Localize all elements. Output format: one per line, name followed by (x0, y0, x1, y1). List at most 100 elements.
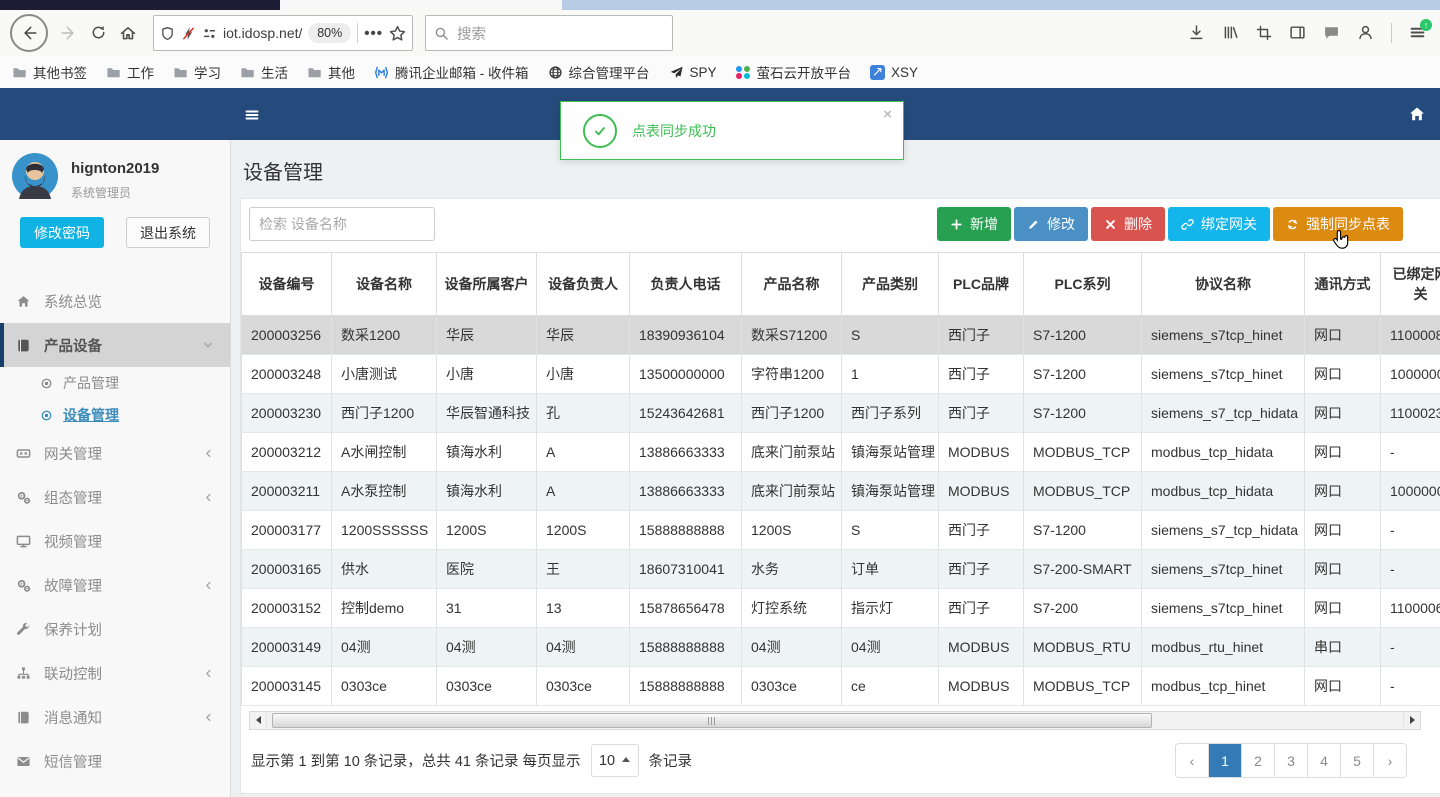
folder-icon (12, 65, 27, 80)
bookmark-item[interactable]: 萤石云开放平台 (735, 62, 851, 82)
cell-device-name: 控制demo (331, 588, 437, 628)
sidebar-item-overview[interactable]: 系统总览 (0, 279, 230, 323)
table-row[interactable]: 200003230 西门子1200 华辰智通科技 孔 15243642681 西… (241, 393, 1440, 433)
table-row[interactable]: 200003152 控制demo 31 13 15878656478 灯控系统 … (241, 588, 1440, 628)
bookmark-item[interactable]: 腾讯企业邮箱 - 收件箱 (374, 62, 529, 82)
sidebar-item-video[interactable]: 视频管理 (0, 519, 230, 563)
page-4[interactable]: 4 (1307, 744, 1340, 777)
browser-toolbar: iot.idosp.net/admin/index.html? 80% ••• … (0, 10, 1440, 57)
zoom-badge[interactable]: 80% (308, 23, 352, 43)
table-row[interactable]: 200003145 0303ce 0303ce 0303ce 158888888… (241, 666, 1440, 706)
back-button[interactable] (10, 14, 48, 52)
device-search-input[interactable] (249, 207, 435, 241)
cell-device-id: 200003149 (241, 627, 332, 667)
window-top-strip (0, 0, 1440, 11)
sidebar-item-product-mgmt[interactable]: 产品管理 (0, 367, 230, 399)
page-5[interactable]: 5 (1340, 744, 1373, 777)
scroll-left-arrow[interactable] (250, 712, 267, 727)
bookmark-item[interactable]: 综合管理平台 (548, 62, 650, 82)
sidebar-item-gateway[interactable]: 网关管理 (0, 431, 230, 475)
col-protocol: 协议名称 (1141, 252, 1305, 316)
sidebar-item-fault[interactable]: 故障管理 (0, 563, 230, 607)
bind-gateway-button[interactable]: 绑定网关 (1168, 207, 1270, 241)
flash-blocked-icon[interactable] (181, 26, 196, 41)
sidebar-item-config[interactable]: 组态管理 (0, 475, 230, 519)
table-row[interactable]: 200003256 数采1200 华辰 华辰 18390936104 数采S71… (241, 315, 1440, 355)
reload-button[interactable] (90, 24, 107, 42)
table-body: 200003256 数采1200 华辰 华辰 18390936104 数采S71… (241, 315, 1440, 706)
cell-plc-series: S7-200 (1023, 588, 1142, 628)
forward-button[interactable] (60, 24, 78, 42)
bookmark-item[interactable]: 学习 (173, 62, 221, 82)
sidebar-button[interactable] (1289, 24, 1306, 42)
scroll-right-arrow[interactable] (1403, 712, 1420, 727)
permissions-icon[interactable] (202, 26, 217, 41)
sidebar-item-product-device[interactable]: 产品设备 (0, 323, 230, 367)
app-home-button[interactable] (1408, 105, 1426, 123)
page-actions-icon[interactable]: ••• (364, 25, 383, 42)
cell-phone: 13500000000 (629, 354, 742, 394)
edit-button[interactable]: 修改 (1014, 207, 1088, 241)
app-menu-button[interactable]: ↑ (1409, 19, 1432, 42)
bookmark-star-icon[interactable] (389, 25, 406, 42)
bookmark-item[interactable]: 其他 (307, 62, 355, 82)
add-button[interactable]: 新增 (937, 207, 1011, 241)
cell-owner: 04测 (536, 627, 630, 667)
toast-notification: 点表同步成功 × (560, 101, 904, 160)
cell-plc-series: MODBUS_TCP (1023, 432, 1142, 472)
sidebar-item-sms[interactable]: 短信管理 (0, 739, 230, 783)
table-row[interactable]: 200003149 04测 04测 04测 15888888888 04测 04… (241, 627, 1440, 667)
tencent-mail-icon (374, 65, 389, 80)
bookmark-item[interactable]: ↗ XSY (870, 64, 918, 80)
bookmark-item[interactable]: 其他书签 (12, 62, 87, 82)
cell-bound-gateway: - (1380, 627, 1440, 667)
cell-product-name: 灯控系统 (741, 588, 842, 628)
cell-product-category: 镇海泵站管理 (841, 471, 939, 511)
bookmark-item[interactable]: SPY (669, 65, 717, 80)
table-row[interactable]: 200003248 小唐测试 小唐 小唐 13500000000 字符串1200… (241, 354, 1440, 394)
device-table-card: 新增 修改 删除 绑定网关 强制同步点表 (240, 198, 1440, 794)
sidebar-item-device-mgmt[interactable]: 设备管理 (0, 399, 230, 431)
messages-button[interactable] (1323, 24, 1340, 42)
toast-close-icon[interactable]: × (883, 107, 892, 122)
home-button[interactable] (119, 24, 137, 42)
url-bar[interactable]: iot.idosp.net/admin/index.html? 80% ••• (153, 15, 413, 51)
cell-device-name: A水闸控制 (331, 432, 437, 472)
bookmark-item[interactable]: 生活 (240, 62, 288, 82)
table-row[interactable]: 200003177 1200SSSSSS 1200S 1200S 1588888… (241, 510, 1440, 550)
table-row[interactable]: 200003211 A水泵控制 镇海水利 A 13886663333 底来门前泵… (241, 471, 1440, 511)
page-3[interactable]: 3 (1274, 744, 1307, 777)
cell-customer: 31 (436, 588, 537, 628)
sidebar-toggle-button[interactable] (244, 106, 260, 124)
logout-button[interactable]: 退出系统 (126, 217, 210, 248)
page-next[interactable]: › (1373, 744, 1406, 777)
horizontal-scrollbar[interactable] (249, 711, 1421, 730)
col-phone: 负责人电话 (629, 252, 742, 316)
change-password-button[interactable]: 修改密码 (20, 217, 104, 248)
cell-bound-gateway: 1100006 (1380, 588, 1440, 628)
downloads-button[interactable] (1188, 24, 1205, 42)
delete-button[interactable]: 删除 (1091, 207, 1165, 241)
page-2[interactable]: 2 (1241, 744, 1274, 777)
cell-comm-type: 网口 (1304, 354, 1381, 394)
sidebar-item-linkage[interactable]: 联动控制 (0, 651, 230, 695)
bookmark-item[interactable]: 工作 (106, 62, 154, 82)
sidebar-item-maintenance[interactable]: 保养计划 (0, 607, 230, 651)
page-size-select[interactable]: 10 (590, 744, 639, 777)
browser-search-bar[interactable]: 搜索 (425, 15, 673, 51)
page-1[interactable]: 1 (1208, 744, 1241, 777)
screenshot-button[interactable] (1256, 24, 1272, 42)
sidebar-item-notification[interactable]: 消息通知 (0, 695, 230, 739)
url-text[interactable]: iot.idosp.net/admin/index.html? (223, 25, 302, 41)
table-row[interactable]: 200003212 A水闸控制 镇海水利 A 13886663333 底来门前泵… (241, 432, 1440, 472)
library-button[interactable] (1222, 24, 1239, 42)
shield-icon[interactable] (160, 26, 175, 41)
cell-phone: 18607310041 (629, 549, 742, 589)
table-toolbar: 新增 修改 删除 绑定网关 强制同步点表 (241, 199, 1440, 249)
cell-customer: 小唐 (436, 354, 537, 394)
sidebar-item-screen[interactable]: 大屏管理 (0, 783, 230, 797)
account-button[interactable] (1357, 24, 1374, 42)
page-prev[interactable]: ‹ (1176, 744, 1208, 777)
scrollbar-thumb[interactable] (272, 713, 1152, 728)
table-row[interactable]: 200003165 供水 医院 王 18607310041 水务 订单 西门子 … (241, 549, 1440, 589)
